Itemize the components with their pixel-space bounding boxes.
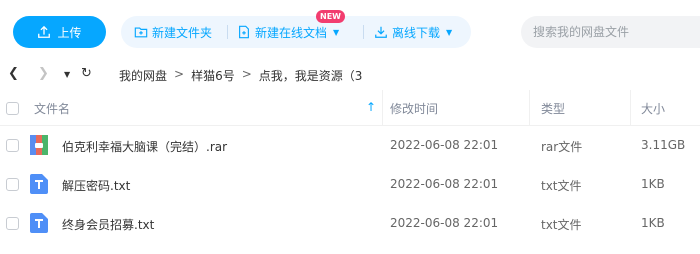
history-dropdown-icon[interactable]: ▼ xyxy=(64,70,70,79)
file-name[interactable]: 伯克利幸福大脑课（完结）.rar xyxy=(62,138,227,155)
toolbar-divider xyxy=(227,25,228,39)
chevron-down-icon: ▼ xyxy=(446,27,453,37)
download-icon xyxy=(375,26,387,38)
upload-button[interactable]: 上传 xyxy=(13,16,106,48)
txt-file-icon xyxy=(30,174,48,194)
column-header-type[interactable]: 类型 xyxy=(541,100,565,117)
column-header-name[interactable]: 文件名 xyxy=(34,100,70,117)
chevron-down-icon: ▼ xyxy=(333,27,340,37)
forward-arrow-icon[interactable]: ❯ xyxy=(38,66,49,81)
file-type: txt文件 xyxy=(541,179,582,193)
new-online-doc-button[interactable]: 新建在线文档 ▼ xyxy=(237,24,339,41)
file-modified-time: 2022-06-08 22:01 xyxy=(390,216,499,230)
table-row[interactable]: 终身会员招募.txt 2022-06-08 22:01 txt文件 1KB xyxy=(0,204,700,243)
row-checkbox[interactable] xyxy=(6,178,19,191)
action-bar: 新建文件夹 新建在线文档 ▼ NEW 离线下载 ▼ xyxy=(121,10,471,48)
file-size: 1KB xyxy=(641,216,665,230)
new-online-doc-label: 新建在线文档 xyxy=(255,25,328,40)
select-all-checkbox-wrap xyxy=(6,102,19,115)
column-divider xyxy=(630,90,631,126)
column-divider xyxy=(382,90,383,126)
sort-ascending-icon[interactable]: ↑ xyxy=(366,100,376,114)
breadcrumb-item[interactable]: 样猫6号 xyxy=(191,67,235,84)
upload-icon xyxy=(38,25,51,38)
new-folder-button[interactable]: 新建文件夹 xyxy=(134,24,212,41)
file-size: 1KB xyxy=(641,177,665,191)
file-modified-time: 2022-06-08 22:01 xyxy=(390,177,499,191)
txt-file-icon xyxy=(30,213,48,233)
file-type: rar文件 xyxy=(541,140,583,154)
column-header-size[interactable]: 大小 xyxy=(641,100,665,117)
column-divider xyxy=(529,90,530,126)
column-header-modified[interactable]: 修改时间 xyxy=(390,100,438,117)
row-checkbox[interactable] xyxy=(6,139,19,152)
toolbar-divider xyxy=(363,25,364,39)
row-checkbox[interactable] xyxy=(6,217,19,230)
file-type: txt文件 xyxy=(541,218,582,232)
offline-download-button[interactable]: 离线下载 ▼ xyxy=(374,24,452,41)
upload-label: 上传 xyxy=(57,25,82,40)
table-row[interactable]: 伯克利幸福大脑课（完结）.rar 2022-06-08 22:01 rar文件 … xyxy=(0,126,700,165)
offline-download-label: 离线下载 xyxy=(392,25,441,40)
file-table: 文件名 ↑ 修改时间 类型 大小 伯克利幸福大脑课（完结）.rar 2022-0… xyxy=(0,90,700,243)
breadcrumb-item[interactable]: 点我，我是资源（3 xyxy=(259,67,363,84)
select-all-checkbox[interactable] xyxy=(6,102,19,115)
table-header: 文件名 ↑ 修改时间 类型 大小 xyxy=(0,90,700,126)
new-doc-icon xyxy=(239,25,249,39)
file-name[interactable]: 终身会员招募.txt xyxy=(62,216,154,233)
breadcrumb-item[interactable]: 我的网盘 xyxy=(119,67,167,84)
new-folder-label: 新建文件夹 xyxy=(152,25,213,40)
file-size: 3.11GB xyxy=(641,138,686,152)
breadcrumb-separator-icon: > xyxy=(174,67,185,81)
new-folder-icon xyxy=(134,27,148,38)
refresh-icon[interactable]: ↻ xyxy=(81,66,92,81)
file-name[interactable]: 解压密码.txt xyxy=(62,177,130,194)
search-input[interactable] xyxy=(521,16,700,48)
rar-archive-icon xyxy=(30,135,48,155)
file-modified-time: 2022-06-08 22:01 xyxy=(390,138,499,152)
breadcrumb-separator-icon: > xyxy=(241,67,252,81)
new-badge: NEW xyxy=(316,10,345,23)
table-row[interactable]: 解压密码.txt 2022-06-08 22:01 txt文件 1KB xyxy=(0,165,700,204)
toolbar: 上传 新建文件夹 新建在线文档 ▼ NEW 离线下载 ▼ xyxy=(0,0,700,64)
navigation-bar: ❮ ❯ ▼ ↻ 我的网盘 > 样猫6号 > 点我，我是资源（3 xyxy=(0,64,700,86)
breadcrumb: 我的网盘 > 样猫6号 > 点我，我是资源（3 xyxy=(119,67,362,84)
back-arrow-icon[interactable]: ❮ xyxy=(8,66,19,81)
